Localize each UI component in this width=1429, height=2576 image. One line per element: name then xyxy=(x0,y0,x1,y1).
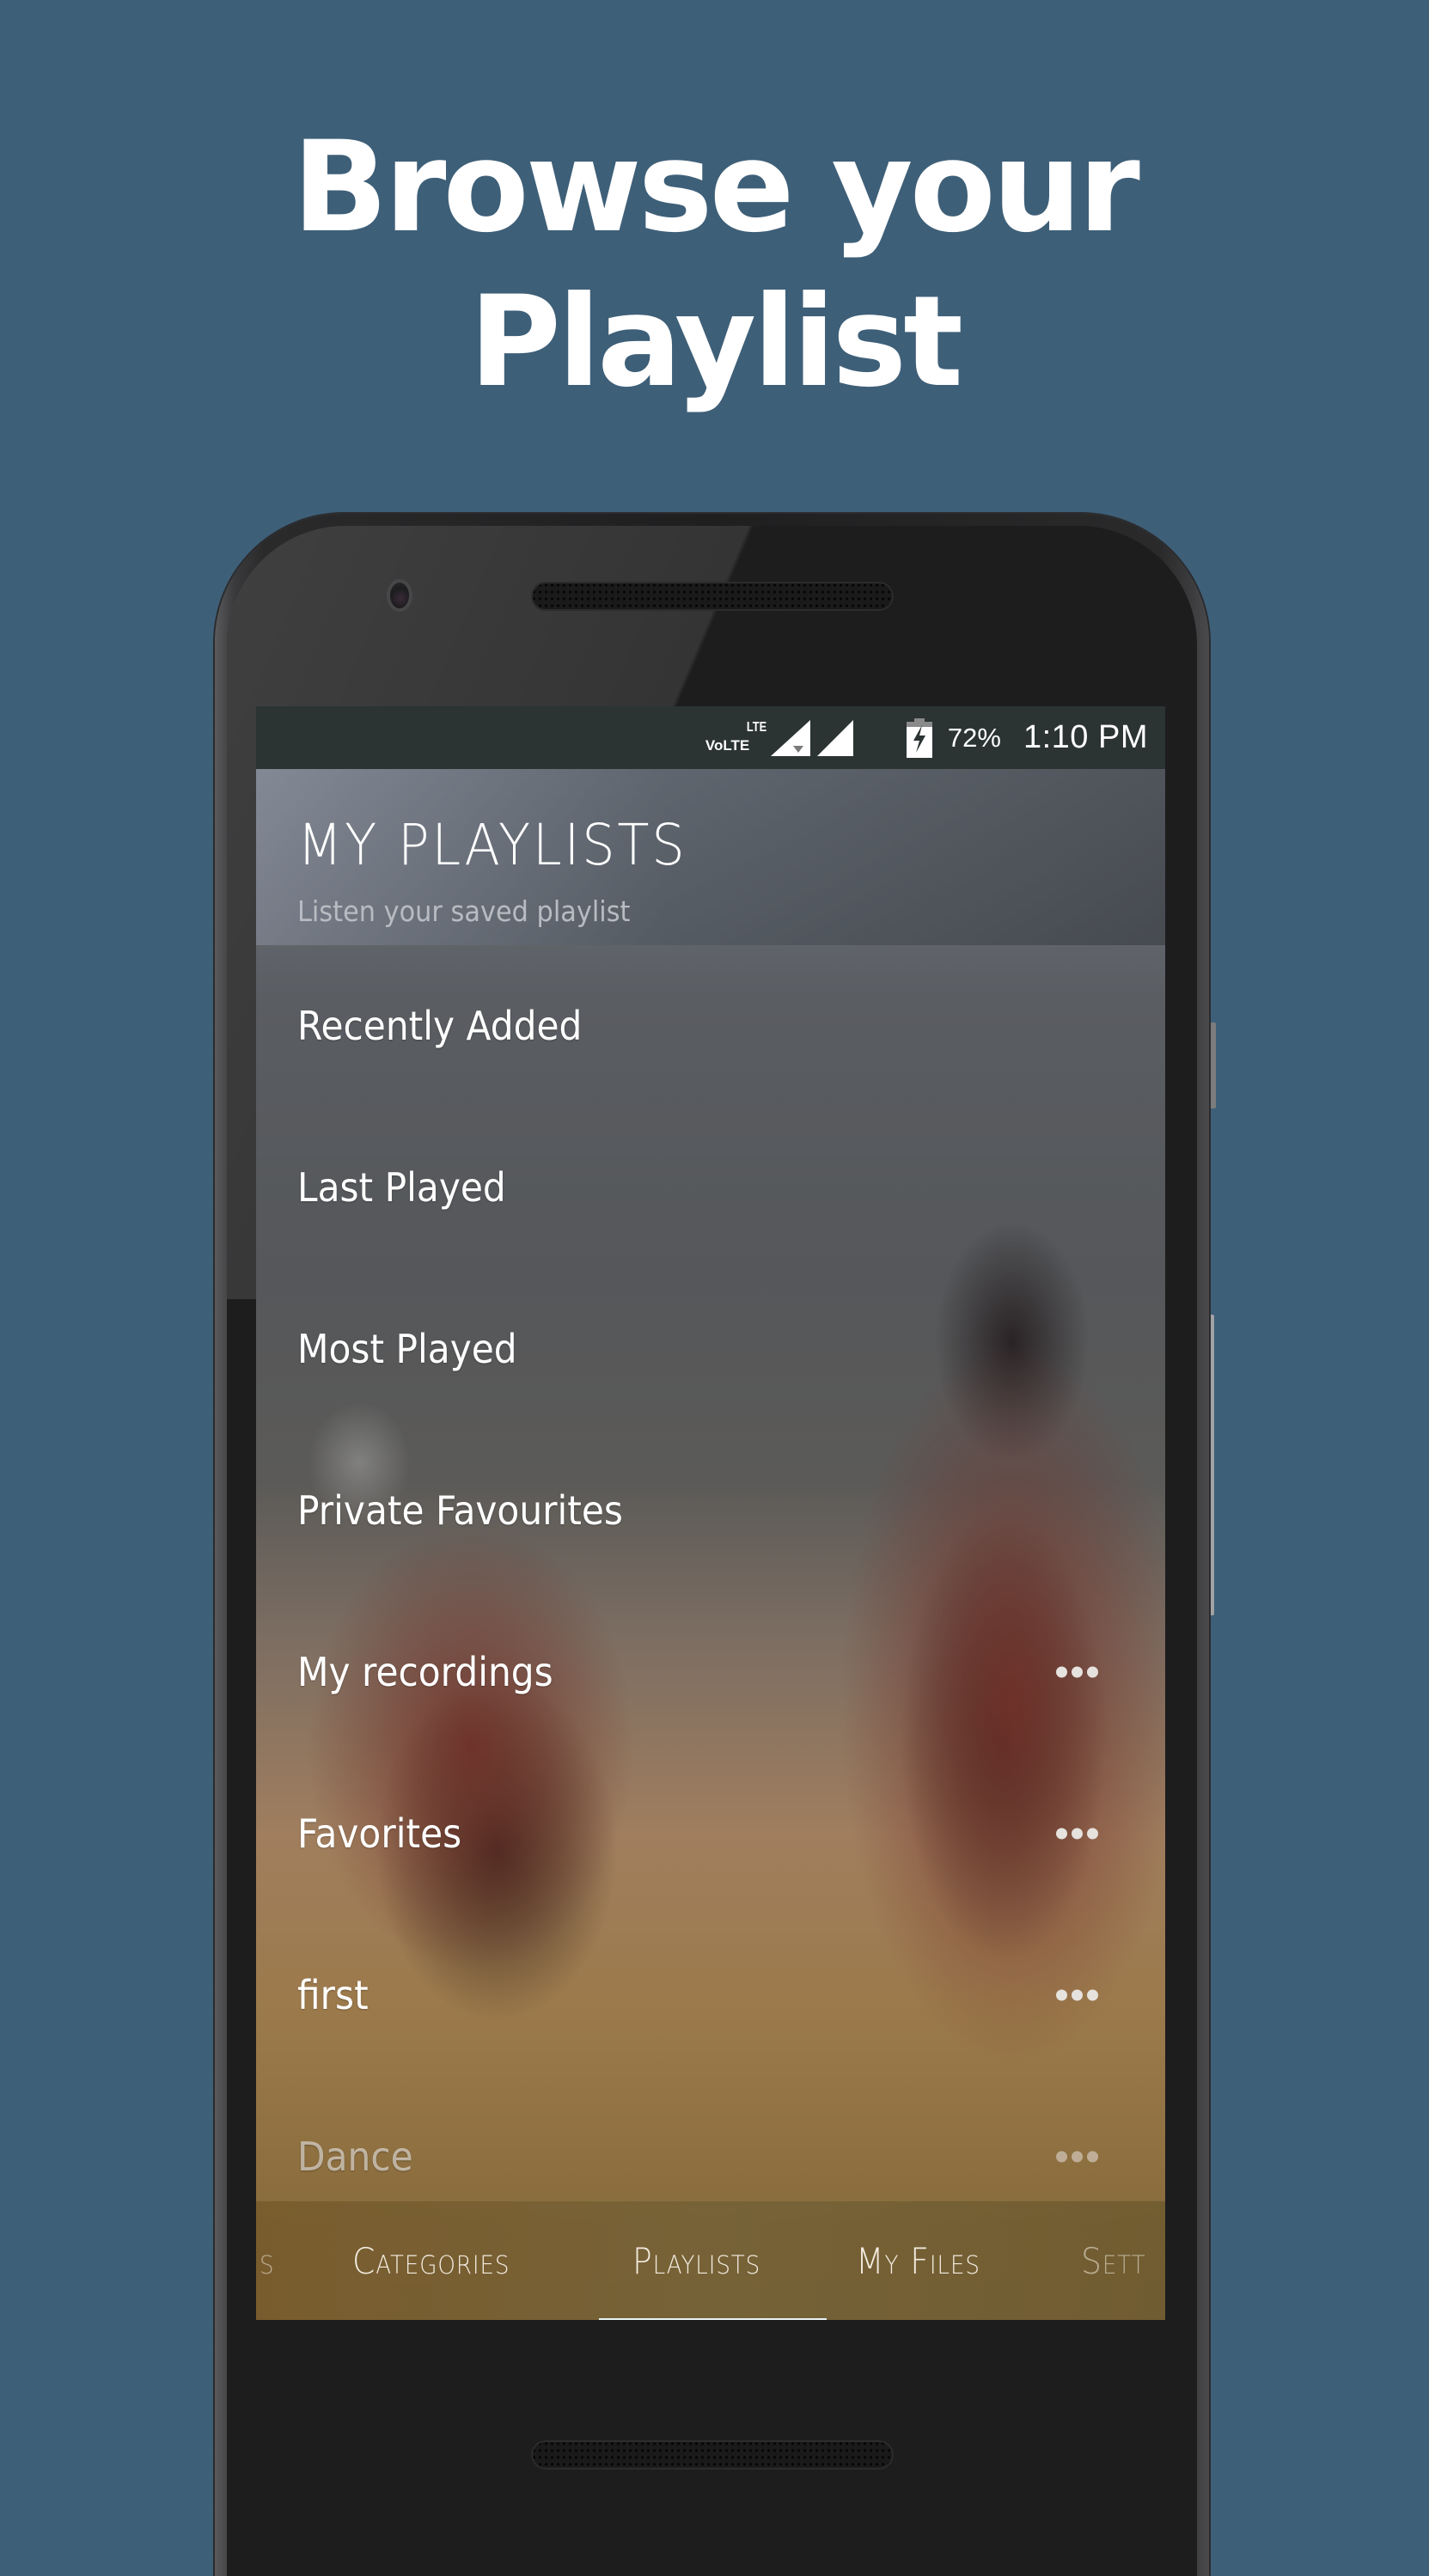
playlist-item-label: Last Played xyxy=(297,1164,506,1211)
power-button xyxy=(1209,1022,1216,1108)
volume-button xyxy=(1209,1315,1214,1615)
more-options-icon[interactable] xyxy=(1056,1989,1098,2001)
playlist-item-first[interactable]: first xyxy=(256,1914,1165,2076)
playlist-item-label: Recently Added xyxy=(297,1003,583,1049)
playlist-item-most-played[interactable]: Most Played xyxy=(256,1268,1165,1430)
status-bar: VoLTE LTE 72% 1:10 PM xyxy=(256,706,1165,769)
playlist-item-label: first xyxy=(297,1972,369,2018)
playlist-item-favorites[interactable]: Favorites xyxy=(256,1753,1165,1914)
more-options-icon[interactable] xyxy=(1056,2151,1098,2163)
playlist-item-label: My recordings xyxy=(297,1649,553,1695)
page-title: MY PLAYLISTS xyxy=(297,812,687,878)
lte-label: LTE xyxy=(746,719,767,735)
more-options-icon[interactable] xyxy=(1056,1666,1098,1678)
playlist-item-label: Dance xyxy=(297,2133,413,2180)
playlist-item-recently-added[interactable]: Recently Added xyxy=(256,945,1165,1107)
headline-line-2: Playlist xyxy=(468,269,963,415)
top-speaker-grille xyxy=(531,582,894,611)
playlist-item-private-favourites[interactable]: Private Favourites xyxy=(256,1430,1165,1591)
battery-percent: 72% xyxy=(947,722,1001,753)
bottom-speaker-grille xyxy=(531,2440,894,2469)
battery-charging-icon xyxy=(906,717,932,758)
status-icons: VoLTE LTE 72% 1:10 PM xyxy=(705,706,1148,769)
tab-settings-partial[interactable]: Sett xyxy=(1081,2201,1146,2320)
tab-playlists[interactable]: Playlists xyxy=(632,2201,760,2320)
clock: 1:10 PM xyxy=(1023,719,1148,755)
volte-icon: VoLTE LTE xyxy=(705,717,766,760)
signal-icon xyxy=(816,719,857,756)
headline: Browse your Playlist xyxy=(0,110,1429,419)
more-options-icon[interactable] xyxy=(1056,1828,1098,1840)
page-subtitle: Listen your saved playlist xyxy=(297,894,631,928)
lte-signal-icon xyxy=(770,719,810,756)
volte-label: VoLTE xyxy=(705,736,750,754)
headline-line-1: Browse your xyxy=(292,114,1140,260)
app-screen: VoLTE LTE 72% 1:10 PM MY PLAYLISTS Liste… xyxy=(256,706,1165,2320)
front-camera-icon xyxy=(390,583,409,608)
playlist-item-label: Private Favourites xyxy=(297,1487,623,1534)
playlist-item-label: Favorites xyxy=(297,1810,462,1857)
active-tab-indicator xyxy=(599,2318,827,2320)
playlist-item-my-recordings[interactable]: My recordings xyxy=(256,1591,1165,1753)
playlists-header: MY PLAYLISTS Listen your saved playlist xyxy=(256,769,1165,945)
tab-categories[interactable]: Categories xyxy=(352,2201,510,2320)
tab-my-files[interactable]: My Files xyxy=(856,2201,980,2320)
bottom-tab-bar: s Categories Playlists My Files Sett xyxy=(256,2200,1165,2320)
playlist-item-last-played[interactable]: Last Played xyxy=(256,1107,1165,1268)
tab-songs-partial[interactable]: s xyxy=(260,2201,274,2320)
playlist-item-label: Most Played xyxy=(297,1326,517,1372)
